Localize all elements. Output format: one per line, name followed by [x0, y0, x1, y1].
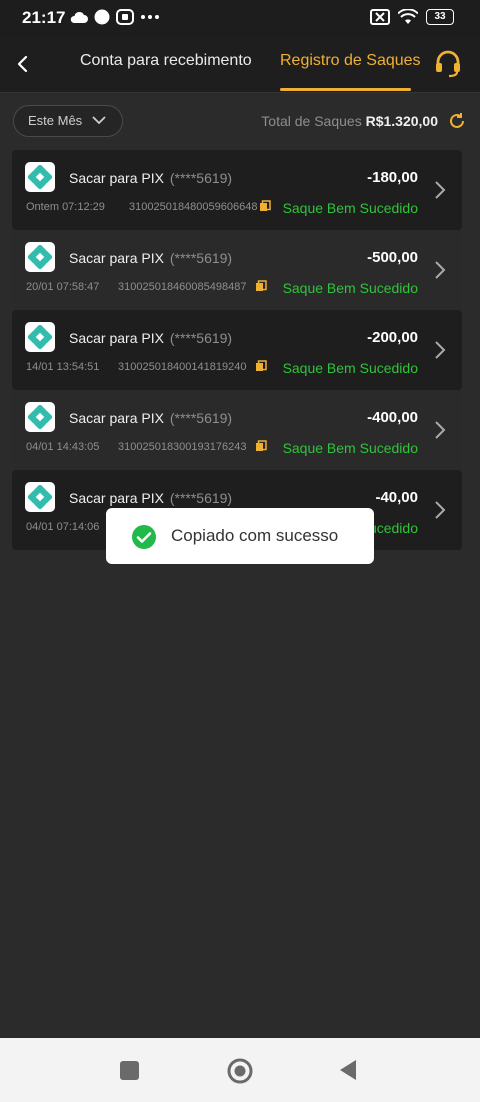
- chevron-right-icon: [435, 181, 446, 199]
- total-withdrawals: Total de Saques R$1.320,00: [261, 113, 438, 129]
- chevron-right-icon: [435, 421, 446, 439]
- chevron-right-icon: [435, 341, 446, 359]
- chevron-down-icon: [92, 116, 106, 125]
- withdrawal-date: 14/01 13:54:51: [26, 361, 100, 373]
- top-navigation: Conta para recebimento Registro de Saque…: [0, 36, 480, 93]
- transaction-code: 310025018300193176243: [118, 441, 247, 453]
- withdrawal-method: Sacar para PIX (****5619): [69, 410, 233, 426]
- account-mask: (****5619): [169, 490, 233, 506]
- headset-support-icon[interactable]: [432, 48, 464, 80]
- battery-icon: 33: [426, 9, 454, 25]
- toast-message: Copiado com sucesso: [171, 526, 339, 545]
- withdrawal-row[interactable]: Sacar para PIX (****5619) -500,00 20/01 …: [12, 230, 462, 310]
- status-success: Saque Bem Sucedido: [282, 280, 418, 296]
- active-tab-indicator: [280, 88, 411, 91]
- refresh-icon[interactable]: [448, 112, 466, 130]
- transaction-code: 310025018480059606648: [129, 201, 258, 213]
- withdrawal-date: Ontem 07:12:29: [26, 201, 105, 213]
- home-button[interactable]: [227, 1058, 253, 1084]
- withdrawal-amount: -500,00: [367, 249, 418, 266]
- withdrawal-date: 20/01 07:58:47: [26, 281, 100, 293]
- copy-icon[interactable]: [255, 280, 267, 292]
- month-filter-dropdown[interactable]: Este Mês: [13, 105, 123, 137]
- chevron-right-icon: [435, 261, 446, 279]
- back-triangle-icon[interactable]: [338, 1059, 358, 1081]
- status-bar: 21:17 33: [0, 0, 480, 36]
- status-time: 21:17: [22, 8, 66, 27]
- total-label: Total de Saques: [261, 113, 362, 129]
- withdrawal-amount: -40,00: [375, 489, 418, 506]
- recent-apps-button[interactable]: [120, 1061, 139, 1080]
- withdrawal-date: 04/01 14:43:05: [26, 441, 100, 453]
- total-value: R$1.320,00: [365, 113, 438, 129]
- status-success: Saque Bem Sucedido: [282, 200, 418, 216]
- account-mask: (****5619): [169, 410, 233, 426]
- copy-icon[interactable]: [259, 200, 271, 212]
- withdrawal-amount: -200,00: [367, 329, 418, 346]
- copy-icon[interactable]: [255, 440, 267, 452]
- account-mask: (****5619): [169, 250, 233, 266]
- withdrawal-amount: -400,00: [367, 409, 418, 426]
- status-success: Saque Bem Sucedido: [282, 440, 418, 456]
- withdrawal-date: 04/01 07:14:06: [26, 521, 100, 533]
- withdrawal-row[interactable]: Sacar para PIX (****5619) -200,00 14/01 …: [12, 310, 462, 390]
- app-notification-icon: [116, 9, 134, 25]
- account-mask: (****5619): [169, 330, 233, 346]
- status-success: Saque Bem Sucedido: [282, 360, 418, 376]
- withdrawal-list: Sacar para PIX (****5619) -180,00 Ontem …: [12, 150, 462, 550]
- pix-logo-icon: [25, 482, 55, 512]
- cloud-icon: [70, 11, 88, 23]
- system-navigation-bar: [0, 1038, 480, 1102]
- back-arrow-icon[interactable]: [12, 52, 36, 76]
- filter-label: Este Mês: [28, 113, 83, 128]
- withdrawal-amount: -180,00: [367, 169, 418, 186]
- account-mask: (****5619): [169, 170, 233, 186]
- copy-success-toast: Copiado com sucesso: [106, 508, 374, 564]
- tab-registro-saques[interactable]: Registro de Saques: [280, 52, 421, 70]
- pix-logo-icon: [25, 162, 55, 192]
- transaction-code: 310025018400141819240: [118, 361, 247, 373]
- sim-off-icon: [370, 9, 390, 25]
- withdrawal-method: Sacar para PIX (****5619): [69, 250, 233, 266]
- copy-icon[interactable]: [255, 360, 267, 372]
- pix-logo-icon: [25, 242, 55, 272]
- transaction-code: 310025018460085498487: [118, 281, 247, 293]
- chevron-right-icon: [435, 501, 446, 519]
- tab-conta-recebimento[interactable]: Conta para recebimento: [80, 52, 252, 70]
- wifi-icon: [398, 9, 418, 24]
- pix-logo-icon: [25, 402, 55, 432]
- withdrawal-method: Sacar para PIX (****5619): [69, 490, 233, 506]
- check-circle-icon: [132, 525, 156, 549]
- withdrawal-row[interactable]: Sacar para PIX (****5619) -180,00 Ontem …: [12, 150, 462, 230]
- withdrawal-method: Sacar para PIX (****5619): [69, 330, 233, 346]
- withdrawal-row[interactable]: Sacar para PIX (****5619) -400,00 04/01 …: [12, 390, 462, 470]
- pix-logo-icon: [25, 322, 55, 352]
- withdrawal-method: Sacar para PIX (****5619): [69, 170, 233, 186]
- more-dots-icon: [141, 15, 159, 19]
- circle-icon: [94, 9, 110, 25]
